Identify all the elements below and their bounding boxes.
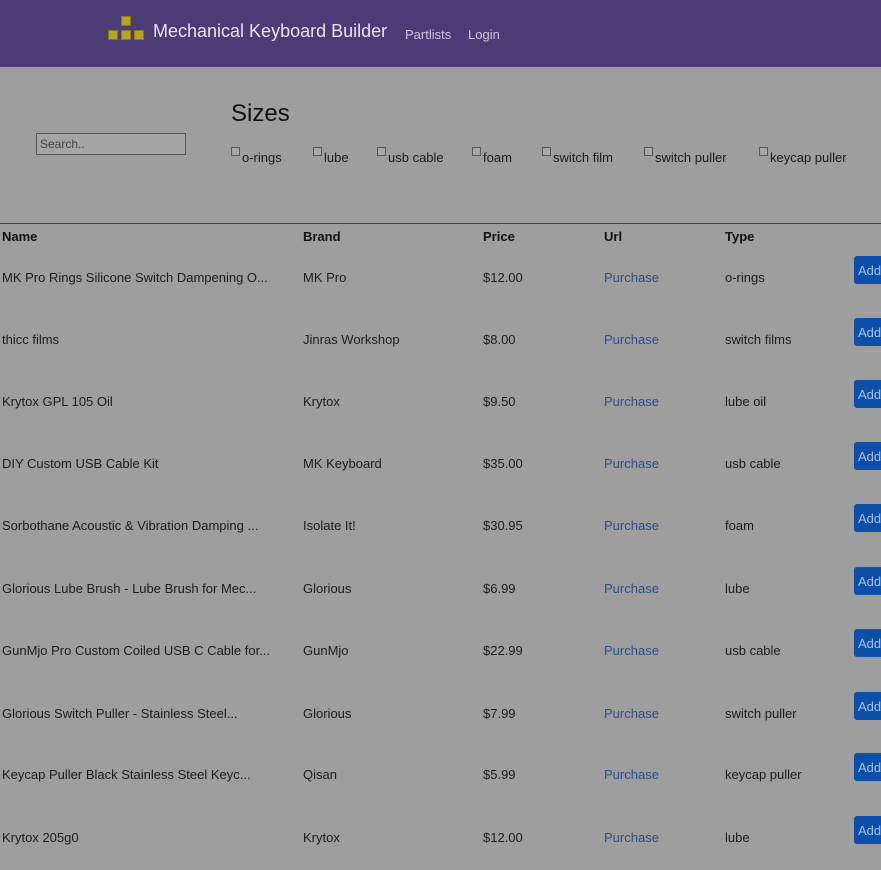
add-button[interactable]: Add — [854, 318, 881, 346]
part-price: $7.99 — [483, 706, 516, 721]
add-button[interactable]: Add — [854, 816, 881, 844]
part-type: switch films — [725, 332, 792, 347]
table-row: DIY Custom USB Cable Kit MK Keyboard $35… — [0, 442, 881, 496]
part-brand: Jinras Workshop — [303, 332, 400, 347]
add-button[interactable]: Add — [854, 380, 881, 408]
keycaps-logo-icon[interactable] — [104, 14, 148, 44]
nav-link-login[interactable]: Login — [468, 27, 500, 42]
column-header-name[interactable]: Name — [2, 229, 37, 244]
column-header-url[interactable]: Url — [604, 229, 622, 244]
filter-keycap-puller[interactable]: keycap puller — [759, 146, 847, 165]
purchase-link[interactable]: Purchase — [604, 767, 659, 782]
filter-usb-cable[interactable]: usb cable — [377, 146, 444, 165]
part-type: switch puller — [725, 706, 797, 721]
purchase-link[interactable]: Purchase — [604, 706, 659, 721]
part-brand: Glorious — [303, 581, 352, 596]
purchase-link[interactable]: Purchase — [604, 270, 659, 285]
part-price: $30.95 — [483, 518, 523, 533]
table-row: Keycap Puller Black Stainless Steel Keyc… — [0, 753, 881, 807]
part-type: usb cable — [725, 643, 781, 658]
filter-o-rings[interactable]: o-rings — [231, 146, 282, 165]
checkbox[interactable] — [472, 147, 481, 156]
part-brand: MK Keyboard — [303, 456, 382, 471]
column-header-type[interactable]: Type — [725, 229, 754, 244]
brand-title[interactable]: Mechanical Keyboard Builder — [153, 21, 387, 42]
purchase-link[interactable]: Purchase — [604, 643, 659, 658]
part-brand: MK Pro — [303, 270, 347, 285]
part-type: usb cable — [725, 456, 781, 471]
part-name: Krytox GPL 105 Oil — [2, 394, 113, 409]
part-type: lube — [725, 830, 750, 845]
add-button[interactable]: Add — [854, 256, 881, 284]
part-name: thicc films — [2, 332, 60, 347]
part-type: lube — [725, 581, 750, 596]
part-name: Glorious Switch Puller - Stainless Steel… — [2, 706, 238, 721]
part-name: Keycap Puller Black Stainless Steel Keyc… — [2, 767, 251, 782]
part-brand: Krytox — [303, 830, 340, 845]
checkbox[interactable] — [231, 147, 240, 156]
sizes-heading: Sizes — [231, 100, 290, 127]
column-header-price[interactable]: Price — [483, 229, 515, 244]
part-price: $12.00 — [483, 270, 523, 285]
purchase-link[interactable]: Purchase — [604, 830, 659, 845]
part-price: $8.00 — [483, 332, 516, 347]
add-button[interactable]: Add — [854, 504, 881, 532]
navbar: Mechanical Keyboard Builder Partlists Lo… — [0, 0, 881, 67]
table-divider — [0, 223, 881, 224]
checkbox[interactable] — [644, 147, 653, 156]
table-row: MK Pro Rings Silicone Switch Dampening O… — [0, 256, 881, 310]
filter-switch-film[interactable]: switch film — [542, 146, 613, 165]
part-price: $5.99 — [483, 767, 516, 782]
table-row: Glorious Lube Brush - Lube Brush for Mec… — [0, 567, 881, 621]
filter-lube[interactable]: lube — [313, 146, 349, 165]
purchase-link[interactable]: Purchase — [604, 394, 659, 409]
part-price: $35.00 — [483, 456, 523, 471]
part-type: keycap puller — [725, 767, 802, 782]
part-name: Krytox 205g0 — [2, 830, 79, 845]
part-type: lube oil — [725, 394, 767, 409]
nav-link-partlists[interactable]: Partlists — [405, 27, 451, 42]
purchase-link[interactable]: Purchase — [604, 456, 659, 471]
purchase-link[interactable]: Purchase — [604, 518, 659, 533]
table-row: GunMjo Pro Custom Coiled USB C Cable for… — [0, 629, 881, 683]
part-name: Sorbothane Acoustic & Vibration Damping … — [2, 518, 259, 533]
filter-foam[interactable]: foam — [472, 146, 512, 165]
table-row: thicc films Jinras Workshop $8.00 Purcha… — [0, 318, 881, 372]
part-price: $12.00 — [483, 830, 523, 845]
part-name: MK Pro Rings Silicone Switch Dampening O… — [2, 270, 268, 285]
add-button[interactable]: Add — [854, 692, 881, 720]
part-brand: Glorious — [303, 706, 352, 721]
add-button[interactable]: Add — [854, 442, 881, 470]
part-name: Glorious Lube Brush - Lube Brush for Mec… — [2, 581, 257, 596]
table-row: Glorious Switch Puller - Stainless Steel… — [0, 692, 881, 746]
part-brand: Isolate It! — [303, 518, 356, 533]
table-row: Krytox 205g0 Krytox $12.00 Purchase lube… — [0, 816, 881, 870]
part-brand: Krytox — [303, 394, 340, 409]
add-button[interactable]: Add — [854, 753, 881, 781]
purchase-link[interactable]: Purchase — [604, 581, 659, 596]
filter-switch-puller[interactable]: switch puller — [644, 146, 727, 165]
part-price: $22.99 — [483, 643, 523, 658]
table-row: Sorbothane Acoustic & Vibration Damping … — [0, 504, 881, 558]
part-price: $6.99 — [483, 581, 516, 596]
checkbox[interactable] — [377, 147, 386, 156]
add-button[interactable]: Add — [854, 567, 881, 595]
part-type: foam — [725, 518, 754, 533]
part-type: o-rings — [725, 270, 765, 285]
checkbox[interactable] — [759, 147, 768, 156]
column-header-brand[interactable]: Brand — [303, 229, 341, 244]
part-name: GunMjo Pro Custom Coiled USB C Cable for… — [2, 643, 271, 658]
add-button[interactable]: Add — [854, 629, 881, 657]
purchase-link[interactable]: Purchase — [604, 332, 659, 347]
checkbox[interactable] — [542, 147, 551, 156]
part-brand: GunMjo — [303, 643, 349, 658]
part-price: $9.50 — [483, 394, 516, 409]
table-row: Krytox GPL 105 Oil Krytox $9.50 Purchase… — [0, 380, 881, 434]
part-brand: Qisan — [303, 767, 337, 782]
checkbox[interactable] — [313, 147, 322, 156]
part-name: DIY Custom USB Cable Kit — [2, 456, 159, 471]
search-input[interactable] — [36, 133, 186, 155]
